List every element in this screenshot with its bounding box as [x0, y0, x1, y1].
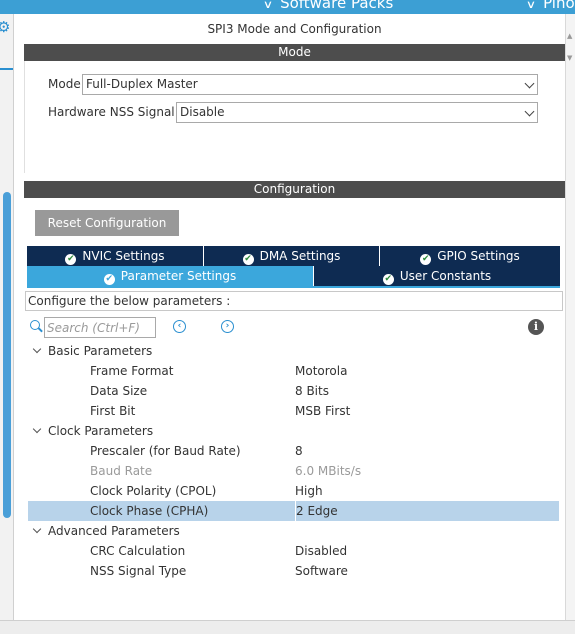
tab-nvic-settings[interactable]: ✔ NVIC Settings: [27, 246, 203, 266]
nss-select[interactable]: Disable: [176, 102, 538, 123]
param-name: First Bit: [90, 404, 136, 418]
selection-indicator: [0, 68, 13, 70]
next-match-icon[interactable]: ›: [221, 320, 234, 333]
param-name: Clock Phase (CPHA): [90, 504, 209, 518]
chevron-down-icon: [524, 106, 535, 117]
search-input[interactable]: [44, 317, 156, 338]
tab-dma-settings[interactable]: ✔ DMA Settings: [204, 246, 379, 266]
info-icon[interactable]: i: [528, 319, 544, 335]
mode-select[interactable]: Full-Duplex Master: [82, 74, 538, 95]
top-menu-bar: ∨ Software Packs ∨ Pinout: [0, 0, 575, 14]
parameter-description-box: Configure the below parameters :: [25, 291, 563, 311]
group-clock-parameters[interactable]: Clock Parameters: [28, 421, 559, 441]
menu-pinout[interactable]: ∨ Pinout: [525, 0, 575, 12]
param-value: High: [295, 484, 323, 498]
chevron-down-icon: [32, 344, 42, 354]
param-name: NSS Signal Type: [90, 564, 187, 578]
panel-title: SPI3 Mode and Configuration: [24, 14, 565, 44]
check-circle-icon: ✔: [242, 254, 254, 265]
param-row: Baud Rate 6.0 MBits/s: [28, 461, 559, 481]
param-name: Frame Format: [90, 364, 174, 378]
param-value: 8: [295, 444, 303, 458]
param-row[interactable]: CRC Calculation Disabled: [28, 541, 559, 561]
tab-user-constants[interactable]: ✔ User Constants: [314, 266, 560, 286]
param-value: Software: [295, 564, 348, 578]
menu-software-packs[interactable]: ∨ Software Packs: [262, 0, 394, 12]
param-name: Clock Polarity (CPOL): [90, 484, 217, 498]
gear-icon[interactable]: ⚙: [0, 18, 10, 36]
reset-configuration-button[interactable]: Reset Configuration: [35, 210, 179, 236]
param-value: Motorola: [295, 364, 348, 378]
group-advanced-parameters[interactable]: Advanced Parameters: [28, 521, 559, 541]
param-row[interactable]: Data Size 8 Bits: [28, 381, 559, 401]
tab-gpio-settings[interactable]: ✔ GPIO Settings: [380, 246, 560, 266]
tab-gpio-settings-label: GPIO Settings: [437, 249, 520, 263]
tab-user-constants-label: User Constants: [399, 269, 492, 283]
group-label: Clock Parameters: [48, 424, 154, 438]
menu-pinout-label: Pinout: [543, 0, 575, 12]
bottom-status-bar: [0, 620, 575, 634]
param-value: Disabled: [295, 544, 348, 558]
menu-software-packs-label: Software Packs: [280, 0, 394, 12]
param-row-selected[interactable]: Clock Phase (CPHA) 2 Edge: [28, 501, 559, 521]
check-circle-icon: ✔: [65, 254, 77, 265]
right-scrollbar-track[interactable]: ▲ ▼: [565, 14, 575, 620]
param-value: 6.0 MBits/s: [295, 464, 362, 478]
tab-parameter-settings-label: Parameter Settings: [120, 269, 237, 283]
scroll-down-icon[interactable]: ▼: [567, 54, 572, 62]
param-value: 8 Bits: [295, 384, 329, 398]
left-side-panel: ⚙: [0, 14, 14, 620]
chevron-down-icon: ∨: [525, 0, 537, 11]
group-label: Advanced Parameters: [48, 524, 180, 538]
param-name: Prescaler (for Baud Rate): [90, 444, 241, 458]
param-row[interactable]: Clock Polarity (CPOL) High: [28, 481, 559, 501]
param-row[interactable]: NSS Signal Type Software: [28, 561, 559, 581]
chevron-down-icon: [32, 424, 42, 434]
param-name: CRC Calculation: [90, 544, 186, 558]
left-scrollbar[interactable]: [3, 192, 11, 518]
nss-select-value: Disable: [180, 105, 225, 119]
nss-label: Hardware NSS Signal: [48, 105, 175, 119]
param-value[interactable]: 2 Edge: [295, 501, 338, 521]
mode-section-header: Mode: [24, 44, 565, 61]
tab-nvic-settings-label: NVIC Settings: [82, 249, 165, 263]
chevron-down-icon: [524, 78, 535, 89]
tab-underline: [27, 286, 560, 288]
param-name: Baud Rate: [90, 464, 153, 478]
param-value: MSB First: [295, 404, 351, 418]
chevron-down-icon: ∨: [262, 0, 274, 11]
check-circle-icon: ✔: [103, 274, 115, 285]
configuration-section-header: Configuration: [24, 181, 565, 198]
tab-parameter-settings[interactable]: ✔ Parameter Settings: [27, 266, 313, 286]
param-row[interactable]: Frame Format Motorola: [28, 361, 559, 381]
group-basic-parameters[interactable]: Basic Parameters: [28, 341, 559, 361]
param-row[interactable]: First Bit MSB First: [28, 401, 559, 421]
group-label: Basic Parameters: [48, 344, 153, 358]
search-icon: [30, 320, 40, 330]
mode-select-value: Full-Duplex Master: [86, 77, 198, 91]
chevron-down-icon: [32, 524, 42, 534]
scroll-up-icon[interactable]: ▲: [567, 32, 572, 40]
previous-match-icon[interactable]: ‹: [173, 320, 186, 333]
check-circle-icon: ✔: [382, 274, 394, 285]
param-name: Data Size: [90, 384, 148, 398]
mode-label: Mode: [48, 77, 81, 91]
check-circle-icon: ✔: [420, 254, 432, 265]
tab-dma-settings-label: DMA Settings: [259, 249, 341, 263]
param-row[interactable]: Prescaler (for Baud Rate) 8: [28, 441, 559, 461]
